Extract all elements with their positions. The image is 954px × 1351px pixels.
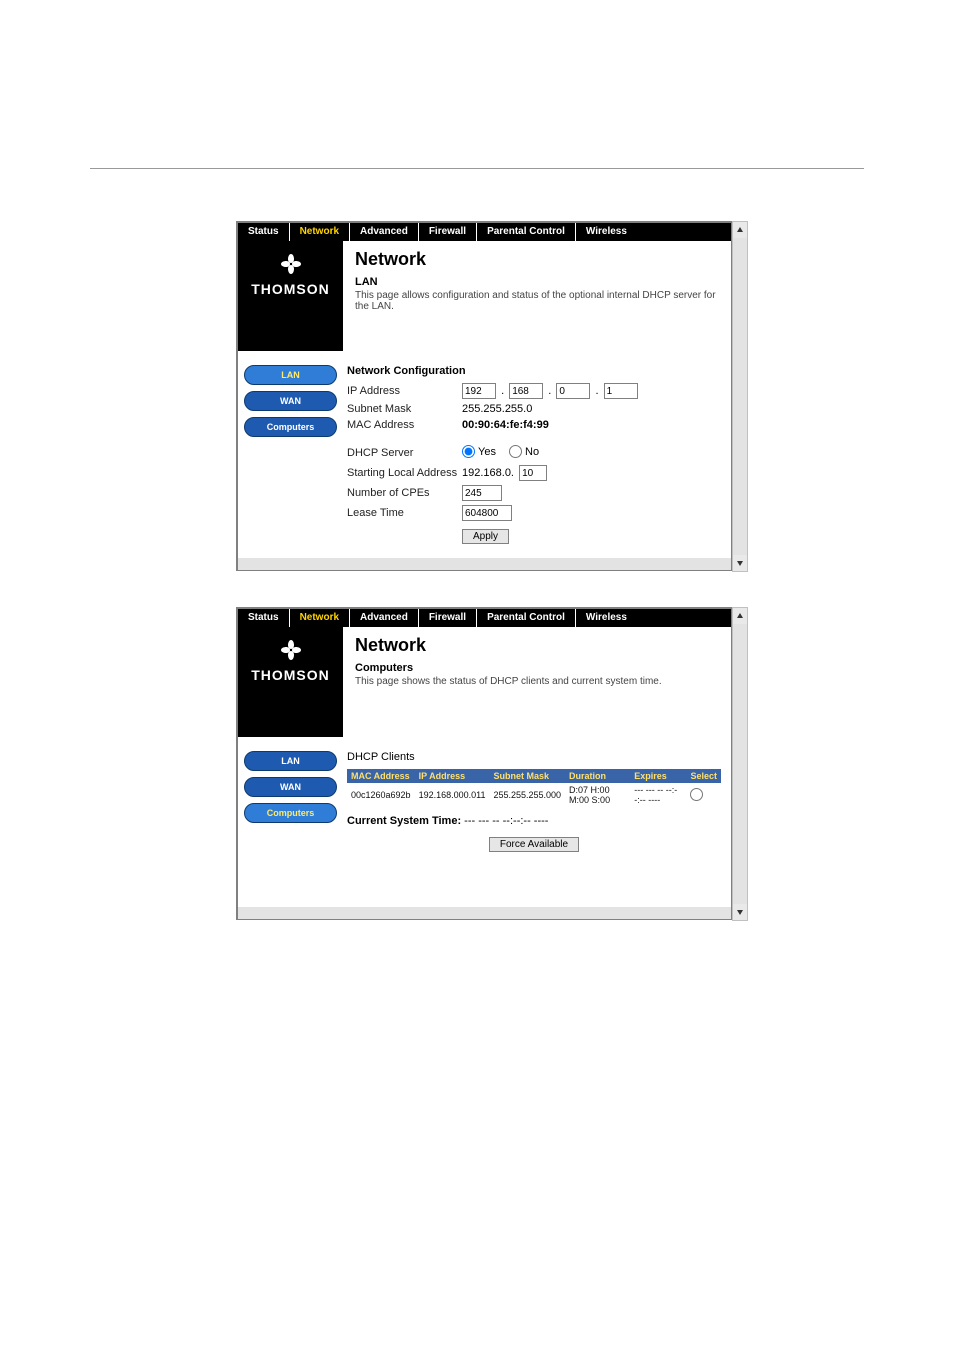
force-available-button[interactable]: Force Available: [489, 837, 579, 852]
cell-duration: D:07 H:00 M:00 S:00: [565, 783, 630, 807]
tab-firewall[interactable]: Firewall: [419, 609, 477, 627]
scroll-up-icon[interactable]: [733, 608, 747, 624]
col-mac: MAC Address: [347, 769, 415, 783]
brand-name: THOMSON: [251, 281, 330, 297]
cpes-input[interactable]: [462, 485, 502, 501]
tab-wireless[interactable]: Wireless: [576, 223, 637, 241]
dot: .: [501, 385, 504, 397]
status-bar: [238, 558, 731, 570]
cell-select[interactable]: [686, 783, 721, 807]
dhcp-yes-input[interactable]: [462, 445, 475, 458]
header-rule: [90, 168, 864, 169]
cell-expires: --- --- -- --:--:-- ----: [630, 783, 686, 807]
label-mac: MAC Address: [347, 419, 462, 431]
dhcp-clients-table: MAC Address IP Address Subnet Mask Durat…: [347, 769, 721, 807]
table-header-row: MAC Address IP Address Subnet Mask Durat…: [347, 769, 721, 783]
page-subtitle: Computers: [355, 662, 721, 674]
dhcp-no-label: No: [525, 446, 539, 458]
sidebar-item-wan[interactable]: WAN: [244, 391, 337, 411]
value-mac: 00:90:64:fe:f4:99: [462, 419, 549, 431]
col-ip: IP Address: [415, 769, 490, 783]
brand-block: THOMSON: [238, 627, 343, 737]
page-title: Network: [355, 635, 721, 656]
label-subnet: Subnet Mask: [347, 403, 462, 415]
top-tabs: Status Network Advanced Firewall Parenta…: [238, 223, 731, 241]
brand-block: THOMSON: [238, 241, 343, 351]
ip-octet-2[interactable]: [509, 383, 543, 399]
form-heading: Network Configuration: [347, 365, 721, 377]
top-tabs: Status Network Advanced Firewall Parenta…: [238, 609, 731, 627]
sidebar-item-wan[interactable]: WAN: [244, 777, 337, 797]
dot: .: [548, 385, 551, 397]
scroll-down-icon[interactable]: [733, 555, 747, 571]
tab-advanced[interactable]: Advanced: [350, 223, 419, 241]
col-subnet: Subnet Mask: [489, 769, 565, 783]
label-ip: IP Address: [347, 385, 462, 397]
page-desc: This page allows configuration and statu…: [355, 290, 721, 312]
row-select-radio[interactable]: [690, 788, 703, 801]
col-expires: Expires: [630, 769, 686, 783]
cst-value: --- --- -- --:--:-- ----: [464, 815, 548, 827]
apply-button[interactable]: Apply: [462, 529, 509, 544]
tab-network[interactable]: Network: [290, 223, 350, 241]
ip-octet-4[interactable]: [604, 383, 638, 399]
table-row: 00c1260a692b 192.168.000.011 255.255.255…: [347, 783, 721, 807]
sidebar-item-lan[interactable]: LAN: [244, 365, 337, 385]
sidebar-item-lan[interactable]: LAN: [244, 751, 337, 771]
tab-parental-control[interactable]: Parental Control: [477, 609, 576, 627]
page-subtitle: LAN: [355, 276, 721, 288]
tab-status[interactable]: Status: [238, 609, 290, 627]
start-addr-input[interactable]: [519, 465, 547, 481]
value-subnet: 255.255.255.0: [462, 403, 532, 415]
sidebar-item-computers[interactable]: Computers: [244, 417, 337, 437]
dot: .: [595, 385, 598, 397]
label-cpes: Number of CPEs: [347, 487, 462, 499]
lease-input[interactable]: [462, 505, 512, 521]
tab-advanced[interactable]: Advanced: [350, 609, 419, 627]
scrollbar[interactable]: [732, 607, 748, 921]
cell-mac: 00c1260a692b: [347, 783, 415, 807]
scrollbar[interactable]: [732, 221, 748, 572]
tab-wireless[interactable]: Wireless: [576, 609, 637, 627]
label-start-addr: Starting Local Address: [347, 467, 462, 479]
start-addr-prefix: 192.168.0.: [462, 467, 514, 479]
brand-flower-icon: [273, 251, 309, 277]
dhcp-yes-radio[interactable]: Yes: [462, 445, 496, 458]
tab-parental-control[interactable]: Parental Control: [477, 223, 576, 241]
cell-ip: 192.168.000.011: [415, 783, 490, 807]
sidebar-item-computers[interactable]: Computers: [244, 803, 337, 823]
list-heading: DHCP Clients: [347, 751, 721, 763]
tab-firewall[interactable]: Firewall: [419, 223, 477, 241]
cst-label: Current System Time:: [347, 815, 461, 827]
scroll-up-icon[interactable]: [733, 222, 747, 238]
tab-status[interactable]: Status: [238, 223, 290, 241]
status-bar: [238, 907, 731, 919]
dhcp-no-input[interactable]: [509, 445, 522, 458]
col-select: Select: [686, 769, 721, 783]
dhcp-no-radio[interactable]: No: [509, 445, 539, 458]
label-dhcp: DHCP Server: [347, 447, 462, 459]
tab-network[interactable]: Network: [290, 609, 350, 627]
dhcp-yes-label: Yes: [478, 446, 496, 458]
cell-subnet: 255.255.255.000: [489, 783, 565, 807]
page-desc: This page shows the status of DHCP clien…: [355, 676, 721, 687]
brand-name: THOMSON: [251, 667, 330, 683]
col-duration: Duration: [565, 769, 630, 783]
ip-octet-1[interactable]: [462, 383, 496, 399]
scroll-down-icon[interactable]: [733, 904, 747, 920]
brand-flower-icon: [273, 637, 309, 663]
page-title: Network: [355, 249, 721, 270]
ip-octet-3[interactable]: [556, 383, 590, 399]
label-lease: Lease Time: [347, 507, 462, 519]
